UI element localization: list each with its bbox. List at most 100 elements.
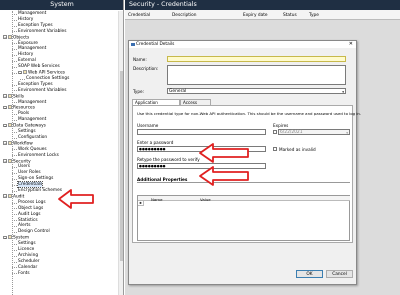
tree-item-label: Users [18, 164, 31, 170]
ok-button[interactable]: OK [296, 270, 323, 278]
navigation-scrollbar[interactable] [118, 11, 123, 295]
tree-item[interactable]: Calendar [18, 265, 37, 270]
tree-item[interactable]: Exception Types [18, 82, 53, 87]
tree-item[interactable]: Credentials [16, 181, 44, 189]
tree-item[interactable]: History [18, 52, 33, 57]
tree-connector [20, 78, 25, 80]
tree-item[interactable]: Statistics [18, 218, 38, 223]
tree-item[interactable]: − Audit [3, 193, 24, 199]
tree-item[interactable]: Environment Variables [18, 88, 66, 93]
tree-item[interactable]: − Skills [3, 93, 24, 99]
tree-item[interactable]: Work Queues [18, 147, 47, 152]
tree-item[interactable]: Alerts [18, 223, 30, 228]
tree-item-label: Objects [13, 35, 30, 41]
tree-item[interactable]: Users [18, 164, 30, 169]
tree-item[interactable]: Management [18, 100, 46, 105]
collapse-toggle-icon[interactable]: − [18, 70, 22, 74]
properties-column-name[interactable]: Name [151, 197, 162, 202]
tree-item[interactable]: − Web API Services [18, 70, 65, 76]
description-field[interactable] [167, 65, 346, 85]
scrollbar-thumb[interactable] [120, 71, 123, 261]
tree-item-label: Environment Locks [18, 152, 59, 158]
tree-item[interactable]: − Data Gateways [3, 123, 46, 129]
navigation-pane: System Management History Exception Types E… [0, 0, 124, 295]
column-header-credential[interactable]: Credential [128, 13, 150, 18]
tree-item[interactable]: Object Logs [18, 206, 43, 211]
tree-item[interactable]: User Roles [18, 170, 41, 175]
tree-item[interactable]: − Objects [3, 34, 30, 41]
tree-item-label: History [18, 52, 34, 58]
tree-item[interactable]: Settings [18, 129, 36, 134]
type-select[interactable]: General ▾ [167, 87, 346, 94]
tree-item[interactable]: SOAP Web Services [18, 64, 60, 69]
tree-item[interactable]: − System [3, 235, 30, 241]
column-header-status[interactable]: Status [283, 13, 297, 18]
collapse-toggle-icon[interactable]: − [3, 123, 7, 128]
tree-item[interactable]: Fonts [18, 271, 30, 276]
collapse-toggle-icon[interactable]: − [3, 141, 7, 145]
tree-item[interactable]: Encryption Schemes [18, 188, 62, 193]
cancel-button[interactable]: Cancel [326, 270, 353, 278]
additional-properties-table[interactable]: Name Value ✱ [137, 195, 350, 241]
tree-item[interactable]: Exposure [18, 41, 38, 46]
collapse-toggle-icon[interactable]: − [3, 159, 7, 163]
password-value: ●●●●●●●●● [139, 146, 166, 151]
folder-icon [23, 70, 27, 74]
column-header-description[interactable]: Description [172, 13, 196, 18]
tree-item[interactable]: Management [18, 46, 46, 51]
tree-item[interactable]: Exception Types [18, 23, 53, 28]
collapse-toggle-icon[interactable]: − [3, 35, 7, 39]
tree-item[interactable]: Licence [18, 247, 34, 252]
tree-item-label: Environment Variables [18, 87, 67, 93]
tree-item[interactable]: Audit Logs [18, 212, 41, 217]
expires-date-picker[interactable]: 6/22/2021 ▾ [278, 129, 350, 135]
tree-item-label: Credentials [16, 181, 44, 189]
tree-item[interactable]: Pools [18, 111, 29, 116]
tree-item-label: Settings [18, 241, 36, 247]
tree-item[interactable]: History [18, 17, 33, 22]
arrow-annotation-retype-password [199, 166, 249, 186]
expires-value: 6/22/2021 [280, 130, 303, 135]
password-label: Enter a password [137, 140, 174, 145]
column-header-type[interactable]: Type [309, 13, 319, 18]
tree-item-label: Encryption Schemes [18, 188, 62, 193]
tree-item[interactable]: Scheduler [18, 259, 40, 264]
collapse-toggle-icon[interactable]: − [3, 105, 7, 110]
tree-item[interactable]: Configuration [18, 135, 47, 140]
tree-item-label: Management [18, 46, 47, 52]
tree-item[interactable]: − Security [3, 158, 31, 164]
tree-item[interactable]: Settings [18, 241, 36, 246]
tree-item[interactable]: Archiving [18, 253, 38, 258]
name-field[interactable] [167, 55, 346, 62]
tree-item[interactable]: Environment Variables [18, 29, 66, 34]
invalid-label: Marked as invalid [279, 147, 316, 152]
tree-item-label: Object Logs [18, 205, 44, 211]
tree-item[interactable]: Sign-on Settings [18, 176, 53, 181]
tree-item[interactable]: Environment Locks [18, 153, 59, 158]
invalid-checkbox[interactable] [273, 147, 277, 151]
tree-item[interactable]: Process Logs [18, 200, 46, 205]
tree-item-label: Alerts [18, 223, 31, 229]
properties-column-value[interactable]: Value [200, 197, 211, 202]
tree-item[interactable]: Design Control [18, 229, 50, 234]
properties-table-header [138, 196, 350, 201]
collapse-toggle-icon[interactable]: − [3, 235, 7, 240]
tree-item-label: Work Queues [18, 146, 47, 152]
tree-item-label: System [13, 235, 30, 241]
tree-item[interactable]: Connection Settings [26, 76, 69, 81]
tree-item[interactable]: External [18, 58, 36, 63]
close-icon[interactable]: ✕ [349, 41, 353, 48]
name-label: Name: [133, 57, 147, 62]
tree-item[interactable]: − Workflow [3, 140, 33, 146]
collapse-toggle-icon[interactable]: − [3, 194, 7, 198]
tree-item-label: Configuration [18, 134, 48, 140]
tree-item[interactable]: − Resources [3, 105, 35, 111]
column-header-expiry-date[interactable]: Expiry date [243, 13, 268, 18]
username-field[interactable] [137, 129, 266, 135]
retype-password-value: ●●●●●●●●● [139, 163, 166, 168]
collapse-toggle-icon[interactable]: − [3, 94, 7, 98]
tree-item-label: History [18, 16, 34, 22]
tree-item[interactable]: Management [18, 117, 46, 122]
tree-item[interactable]: Management [18, 11, 46, 16]
expires-checkbox[interactable] [273, 130, 277, 134]
